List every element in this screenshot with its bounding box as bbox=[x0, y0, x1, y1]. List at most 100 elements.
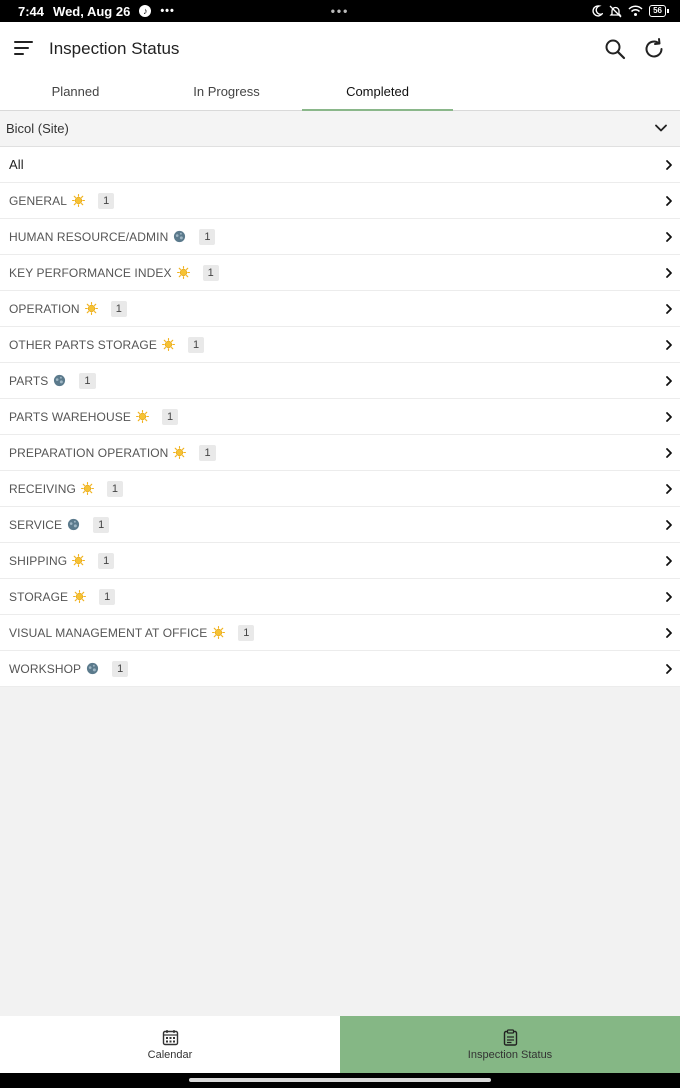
sun-icon bbox=[72, 554, 86, 567]
count-badge: 1 bbox=[99, 588, 116, 605]
sun-icon bbox=[212, 626, 226, 639]
list-item-label: STORAGE bbox=[9, 589, 69, 604]
list-item[interactable]: STORAGE 1 bbox=[0, 579, 680, 615]
search-icon[interactable] bbox=[603, 37, 627, 61]
list-item-label: GENERAL bbox=[9, 193, 68, 208]
list-item-label: PARTS WAREHOUSE bbox=[9, 409, 131, 424]
list-item[interactable]: SHIPPING 1 bbox=[0, 543, 680, 579]
count-badge: 1 bbox=[93, 516, 110, 533]
clipboard-icon bbox=[503, 1028, 517, 1046]
list-item[interactable]: WORKSHOP 1 bbox=[0, 651, 680, 687]
chevron-right-icon bbox=[666, 232, 672, 242]
chevron-right-icon bbox=[666, 592, 672, 602]
home-gesture-handle[interactable] bbox=[189, 1078, 491, 1082]
tab-completed[interactable]: Completed bbox=[302, 74, 453, 111]
chevron-right-icon bbox=[666, 340, 672, 350]
count-badge: 1 bbox=[112, 660, 129, 677]
count-badge: 1 bbox=[110, 300, 127, 317]
category-list: All GENERAL 1 HUMAN RESOURCE/ADMIN 1 KEY PER… bbox=[0, 147, 680, 687]
calendar-icon bbox=[162, 1029, 178, 1045]
app-bar: Inspection Status bbox=[0, 22, 680, 74]
system-gesture-bar bbox=[0, 1073, 680, 1088]
tab-planned[interactable]: Planned bbox=[0, 74, 151, 110]
chevron-right-icon bbox=[666, 664, 672, 674]
list-item-label: SERVICE bbox=[9, 517, 63, 532]
chevron-right-icon bbox=[666, 268, 672, 278]
list-item[interactable]: PARTS WAREHOUSE 1 bbox=[0, 399, 680, 435]
tab-in-progress[interactable]: In Progress bbox=[151, 74, 302, 110]
list-item[interactable]: PARTS 1 bbox=[0, 363, 680, 399]
chevron-right-icon bbox=[666, 376, 672, 386]
list-item[interactable]: SERVICE 1 bbox=[0, 507, 680, 543]
page-title: Inspection Status bbox=[49, 39, 180, 58]
list-item[interactable]: VISUAL MANAGEMENT AT OFFICE 1 bbox=[0, 615, 680, 651]
sun-icon bbox=[72, 194, 86, 207]
list-item-label: KEY PERFORMANCE INDEX bbox=[9, 265, 172, 280]
count-badge: 1 bbox=[238, 624, 255, 641]
list-item[interactable]: OTHER PARTS STORAGE 1 bbox=[0, 327, 680, 363]
count-badge: 1 bbox=[199, 444, 216, 461]
nav-inspection-status[interactable]: Inspection Status bbox=[340, 1016, 680, 1073]
status-date: Wed, Aug 26 bbox=[53, 3, 131, 19]
list-item-label: VISUAL MANAGEMENT AT OFFICE bbox=[9, 625, 208, 640]
chevron-right-icon bbox=[666, 412, 672, 422]
chevron-down-icon bbox=[655, 124, 667, 132]
cloud-icon bbox=[54, 374, 66, 387]
count-badge: 1 bbox=[199, 228, 216, 245]
cloud-icon bbox=[174, 230, 186, 243]
chevron-right-icon bbox=[666, 484, 672, 494]
chevron-right-icon bbox=[666, 520, 672, 530]
sun-icon bbox=[176, 266, 190, 279]
list-item-label: RECEIVING bbox=[9, 481, 76, 496]
chevron-right-icon bbox=[666, 304, 672, 314]
count-badge: 1 bbox=[187, 336, 205, 353]
list-item-label: PARTS bbox=[9, 373, 49, 388]
sun-icon bbox=[135, 410, 149, 423]
list-item[interactable]: GENERAL 1 bbox=[0, 183, 680, 219]
list-item-all[interactable]: All bbox=[0, 147, 680, 183]
nav-calendar[interactable]: Calendar bbox=[0, 1016, 340, 1073]
tiktok-icon: ♪ bbox=[139, 5, 152, 17]
count-badge: 1 bbox=[161, 408, 179, 425]
nav-inspection-status-label: Inspection Status bbox=[467, 1048, 553, 1061]
site-selector[interactable]: Bicol (Site) bbox=[0, 111, 680, 147]
count-badge: 1 bbox=[79, 372, 96, 389]
chevron-right-icon bbox=[666, 160, 672, 170]
more-dots-icon: ••• bbox=[160, 5, 175, 17]
status-center-dots: ••• bbox=[330, 4, 350, 18]
sun-icon bbox=[80, 482, 94, 495]
sun-icon bbox=[161, 338, 175, 351]
battery-icon: 56 bbox=[649, 5, 669, 17]
list-item-label: WORKSHOP bbox=[9, 661, 82, 676]
refresh-icon[interactable] bbox=[642, 37, 666, 61]
nav-calendar-label: Calendar bbox=[147, 1048, 193, 1061]
chevron-right-icon bbox=[666, 196, 672, 206]
status-time: 7:44 bbox=[18, 3, 45, 19]
count-badge: 1 bbox=[98, 192, 115, 209]
status-tabs: Planned In Progress Completed bbox=[0, 74, 680, 111]
site-label: Bicol (Site) bbox=[6, 121, 69, 136]
moon-icon bbox=[592, 5, 604, 17]
list-item-label: SHIPPING bbox=[9, 553, 68, 568]
list-item[interactable]: RECEIVING 1 bbox=[0, 471, 680, 507]
bell-off-icon bbox=[609, 5, 622, 17]
count-badge: 1 bbox=[98, 552, 115, 569]
list-item-label: HUMAN RESOURCE/ADMIN bbox=[9, 229, 169, 244]
chevron-right-icon bbox=[666, 556, 672, 566]
chevron-right-icon bbox=[666, 448, 672, 458]
bottom-nav: Calendar Inspection Status bbox=[0, 1016, 680, 1073]
list-item[interactable]: KEY PERFORMANCE INDEX 1 bbox=[0, 255, 680, 291]
list-item[interactable]: OPERATION 1 bbox=[0, 291, 680, 327]
wifi-icon bbox=[628, 5, 643, 16]
list-item-label: OPERATION bbox=[9, 301, 80, 316]
sun-icon bbox=[84, 302, 98, 315]
menu-icon[interactable] bbox=[14, 40, 34, 56]
list-item[interactable]: PREPARATION OPERATION 1 bbox=[0, 435, 680, 471]
cloud-icon bbox=[68, 518, 80, 531]
list-item[interactable]: HUMAN RESOURCE/ADMIN 1 bbox=[0, 219, 680, 255]
count-badge: 1 bbox=[202, 264, 219, 281]
list-item-label: PREPARATION OPERATION bbox=[9, 445, 169, 460]
cloud-icon bbox=[87, 662, 99, 675]
list-item-label: OTHER PARTS STORAGE bbox=[9, 337, 157, 352]
sun-icon bbox=[173, 446, 187, 459]
